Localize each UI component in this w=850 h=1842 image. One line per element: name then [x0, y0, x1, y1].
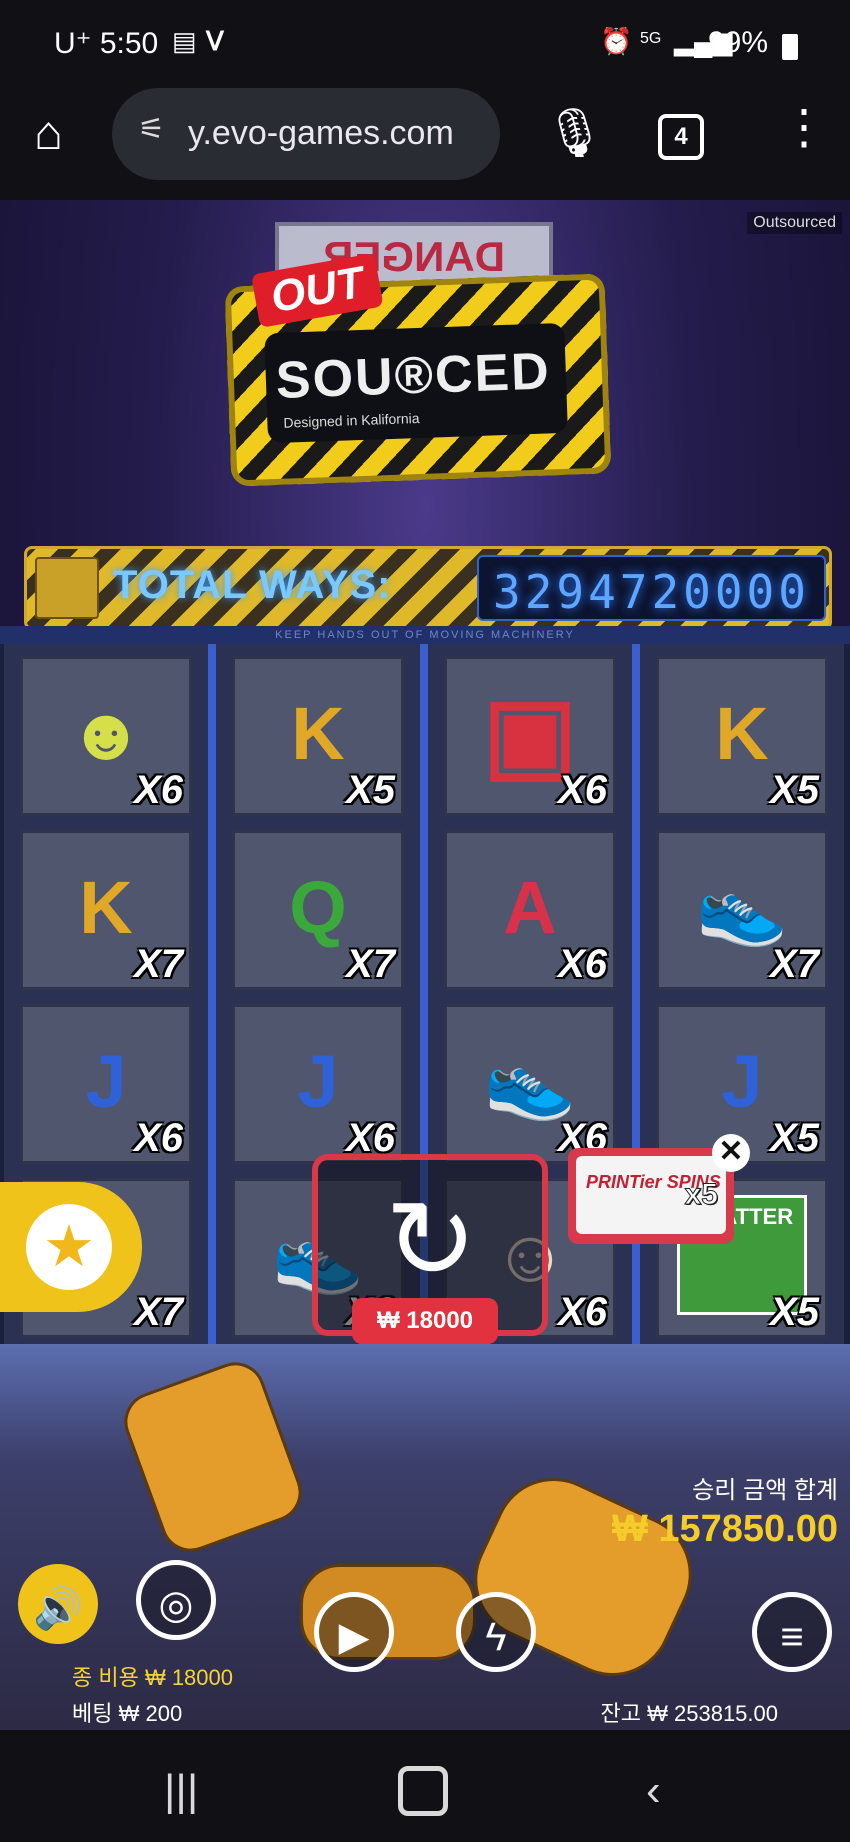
total-ways-value: 3294720000	[493, 565, 810, 619]
symbol-multiplier: X7	[770, 942, 819, 986]
close-icon[interactable]: ✕	[712, 1134, 750, 1172]
menu-icon[interactable]: ≡	[752, 1592, 832, 1672]
reel-cell: K X7	[20, 830, 192, 990]
logo-tagline: Designed in Kalifornia	[283, 409, 420, 431]
network-type: 5G	[640, 30, 662, 47]
total-cost: 종 비용 ₩ 18000	[72, 1665, 233, 1690]
reel-divider	[208, 644, 216, 1344]
battery-icon	[782, 34, 798, 60]
bonus-feature-badge[interactable]: PRINTier SPINS x5	[568, 1148, 734, 1244]
tab-switcher-button[interactable]: 4	[658, 114, 704, 160]
bet-coin-icon[interactable]: ◎	[136, 1560, 216, 1640]
robot-arm-left	[116, 1354, 310, 1560]
win-total-label: 승리 금액 합계	[692, 1477, 838, 1504]
autoplay-icon[interactable]: ▶	[314, 1592, 394, 1672]
symbol-multiplier: X7	[134, 1290, 183, 1334]
total-ways-label: TOTAL WAYS:	[113, 563, 392, 607]
feature-button[interactable]: ★	[0, 1182, 142, 1312]
home-nav-icon[interactable]	[398, 1766, 448, 1816]
symbol-multiplier: X6	[558, 942, 607, 986]
reel-cell: A X6	[444, 830, 616, 990]
site-settings-icon[interactable]: ⚟	[138, 112, 165, 147]
sound-icon[interactable]: 🔊	[18, 1564, 98, 1644]
reel-cell: ☻ X6	[20, 656, 192, 816]
symbol-multiplier: X5	[770, 1290, 819, 1334]
reel-cell: K X5	[656, 656, 828, 816]
symbol-multiplier: X6	[558, 1290, 607, 1334]
spin-cost: ₩ 18000	[352, 1298, 498, 1344]
symbol-multiplier: X7	[346, 942, 395, 986]
symbol-multiplier: X6	[134, 1116, 183, 1160]
recents-icon[interactable]: |||	[164, 1766, 198, 1816]
reel-cell: ▣ X6	[444, 656, 616, 816]
symbol-multiplier: X5	[770, 1116, 819, 1160]
turbo-icon[interactable]: ϟ	[456, 1592, 536, 1672]
symbol-multiplier: X6	[134, 768, 183, 812]
bonus-badge-multiplier: x5	[684, 1178, 718, 1212]
game-logo: SOU®CED Designed in Kalifornia OUT	[224, 253, 612, 487]
symbol-multiplier: X7	[134, 942, 183, 986]
url-bar[interactable]: ⚟ y.evo-games.com	[112, 88, 500, 180]
back-icon[interactable]: ‹	[646, 1766, 661, 1816]
more-menu-icon[interactable]: ⋮	[780, 104, 828, 152]
symbol-multiplier: X5	[770, 768, 819, 812]
app-notification-icon: Ⅴ	[206, 26, 224, 56]
reel-cell: 👟X6	[444, 1004, 616, 1164]
status-time: U⁺ 5:50	[54, 27, 159, 60]
reel-cell: K X5	[232, 656, 404, 816]
total-ways-banner: TOTAL WAYS: 3294720000	[24, 546, 832, 630]
url-text: y.evo-games.com	[188, 114, 454, 152]
symbol-multiplier: X5	[346, 768, 395, 812]
calendar-icon: ▤	[172, 26, 197, 56]
spin-icon: ↻	[384, 1179, 478, 1302]
symbol-multiplier: X6	[558, 768, 607, 812]
system-nav-bar: ||| ‹	[0, 1730, 850, 1842]
warning-strip: KEEP HANDS OUT OF MOVING MACHINERY	[0, 626, 850, 644]
alarm-icon: ⏰	[600, 26, 633, 56]
battery-text: 99%	[708, 26, 769, 59]
win-total-value: ₩ 157850.00	[611, 1508, 838, 1550]
reel-cell: Q X7	[232, 830, 404, 990]
game-title-tag: Outsourced	[747, 212, 842, 234]
home-icon[interactable]: ⌂	[34, 106, 63, 161]
danger-icon	[35, 557, 99, 619]
lightning-star-icon: ★	[26, 1204, 112, 1290]
bet-amount: 베팅 ₩ 200	[72, 1701, 183, 1726]
reel-cell: J X6	[20, 1004, 192, 1164]
balance: 잔고 ₩ 253815.00	[600, 1701, 778, 1726]
logo-word: SOU®CED	[274, 342, 552, 410]
logo-plate: SOU®CED Designed in Kalifornia	[264, 322, 568, 444]
total-ways-display: 3294720000	[477, 555, 826, 621]
logo-out: OUT	[251, 253, 384, 328]
status-bar: U⁺ 5:50 ▤ Ⅴ ⏰ 5G ▂▄▆ 99%	[0, 0, 850, 86]
microphone-icon[interactable]: 🎙	[544, 104, 605, 161]
reel-cell: 👟 X7	[656, 830, 828, 990]
reel-cell: J X6	[232, 1004, 404, 1164]
bonus-badge-inner: PRINTier SPINS x5	[576, 1156, 726, 1234]
